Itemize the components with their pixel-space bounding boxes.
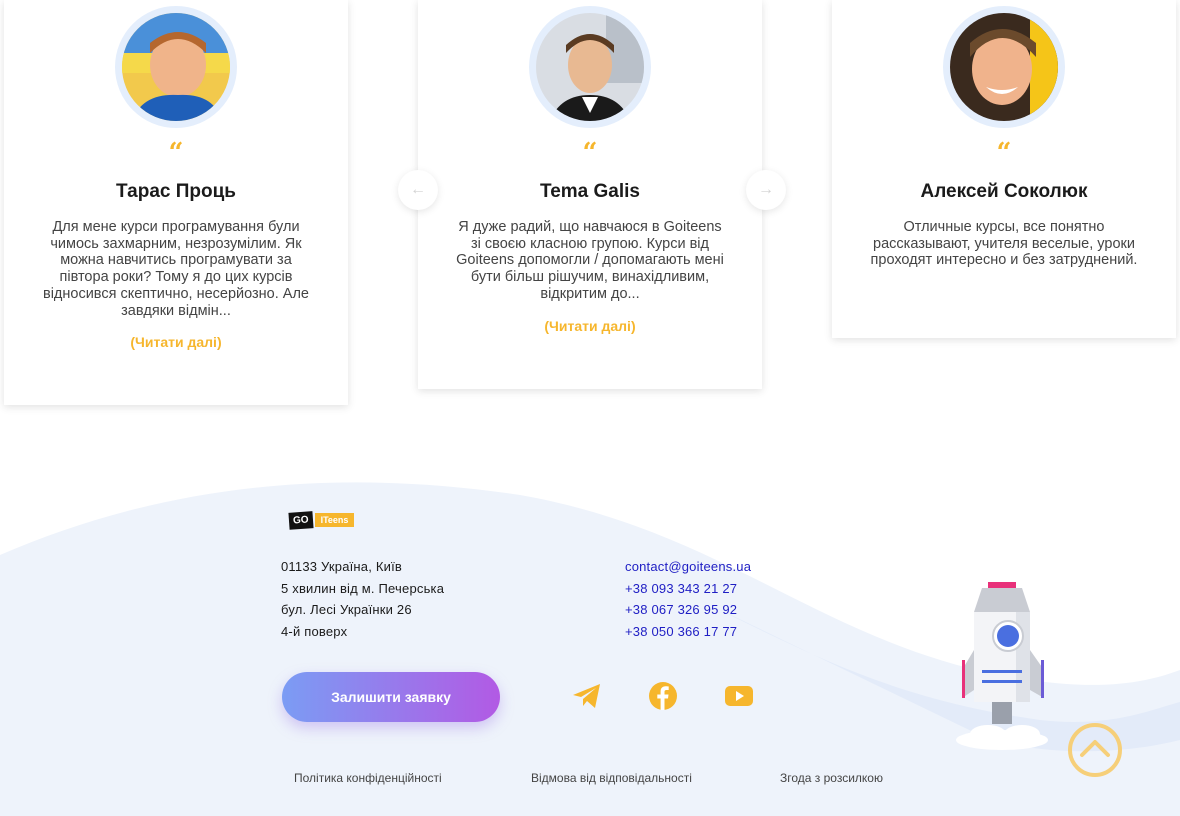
testimonial-card: “ Tema Galis Я дуже радий, що навчаюся в… (418, 0, 762, 389)
logo-part-iteens: ITeens (314, 513, 355, 527)
address-line: 01133 Україна, Київ (281, 559, 403, 574)
testimonial-text: Я дуже радий, що навчаюся в Goiteens зі … (456, 219, 724, 302)
address-line: 5 хвилин від м. Печерська (281, 580, 445, 596)
telegram-icon[interactable] (572, 681, 602, 711)
email-link[interactable]: contact@goiteens.ua (625, 556, 751, 578)
quote-mark: “ (168, 138, 184, 168)
testimonial-card: “ Тарас Проць Для мене курси програмуван… (4, 0, 348, 405)
avatar-photo (950, 13, 1058, 121)
phone-link[interactable]: +38 093 343 21 27 (625, 578, 751, 600)
newsletter-consent-link[interactable]: Згода з розсилкою (780, 771, 883, 785)
avatar (529, 6, 651, 128)
quote-mark: “ (996, 138, 1012, 168)
arrow-left-icon: ← (410, 181, 426, 198)
privacy-policy-link[interactable]: Політика конфіденційності (294, 771, 442, 785)
logo-part-go: GO (288, 510, 314, 530)
slider-prev-button[interactable]: ← (398, 170, 438, 210)
address-line: 4-й поверх (281, 624, 348, 640)
scroll-to-top-button[interactable] (1067, 722, 1123, 778)
rocket-illustration (956, 582, 1048, 750)
footer-address: 01133 Україна, Київ 5 хвилин від м. Пече… (281, 556, 444, 643)
testimonial-card: “ Алексей Соколюк Отличные курсы, все по… (832, 0, 1176, 338)
testimonial-text: Для мене курси програмування були чимось… (43, 219, 309, 319)
avatar (115, 6, 237, 128)
avatar (943, 6, 1065, 128)
avatar-photo (122, 13, 230, 121)
testimonial-name: Tema Galis (540, 181, 640, 202)
facebook-icon[interactable] (648, 681, 678, 711)
footer-contacts: contact@goiteens.ua +38 093 343 21 27 +3… (625, 556, 751, 643)
read-more-link[interactable]: (Читати далі) (418, 318, 762, 334)
testimonial-name: Тарас Проць (116, 181, 236, 202)
avatar-photo (536, 13, 644, 121)
quote-mark: “ (582, 138, 598, 168)
slider-next-button[interactable]: → (746, 170, 786, 210)
testimonial-text: Отличные курсы, все понятно рассказывают… (870, 219, 1138, 269)
page: “ Тарас Проць Для мене курси програмуван… (0, 0, 1180, 816)
testimonial-name: Алексей Соколюк (920, 181, 1088, 202)
footer-logo[interactable]: GO ITeens (288, 510, 355, 530)
phone-link[interactable]: +38 050 366 17 77 (625, 621, 751, 643)
leave-request-button[interactable]: Залишити заявку (282, 672, 500, 722)
disclaimer-link[interactable]: Відмова від відповідальності (531, 771, 692, 785)
phone-link[interactable]: +38 067 326 95 92 (625, 599, 751, 621)
read-more-link[interactable]: (Читати далі) (4, 334, 348, 350)
address-line: бул. Лесі Українки 26 (281, 602, 412, 618)
arrow-right-icon: → (758, 181, 774, 198)
youtube-icon[interactable] (724, 681, 754, 711)
